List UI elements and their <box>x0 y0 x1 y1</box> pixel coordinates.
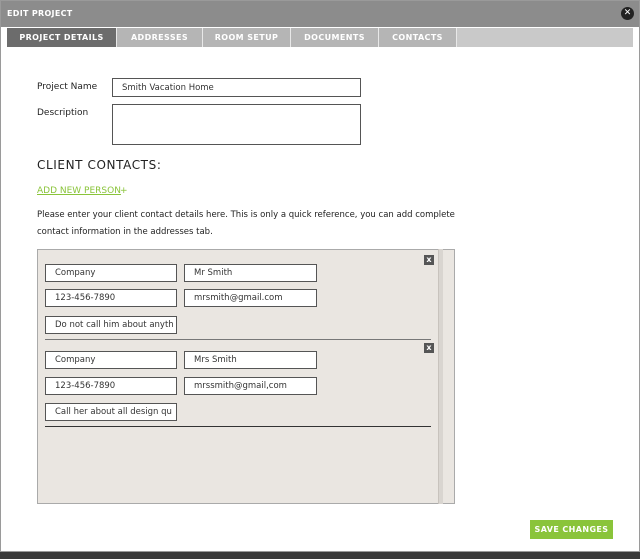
tab-room-setup[interactable]: ROOM SETUP <box>203 28 291 47</box>
contact-divider <box>45 339 431 340</box>
tab-contacts[interactable]: CONTACTS <box>379 28 457 47</box>
client-contacts-heading: CLIENT CONTACTS: <box>37 158 162 172</box>
close-icon[interactable]: ✕ <box>621 7 634 20</box>
contact-name-field[interactable]: Mrs Smith <box>184 351 317 369</box>
contact-email-field[interactable]: mrssmith@gmail,com <box>184 377 317 395</box>
contact-notes-field[interactable]: Do not call him about anyth <box>45 316 177 334</box>
description-label: Description <box>37 108 89 118</box>
background-page-strip <box>0 552 640 559</box>
contact-phone-field[interactable]: 123-456-7890 <box>45 377 177 395</box>
add-new-person-link[interactable]: ADD NEW PERSON <box>37 186 121 196</box>
project-name-input[interactable]: Smith Vacation Home <box>112 78 361 97</box>
contact-company-field[interactable]: Company <box>45 264 177 282</box>
contacts-help-text: Please enter your client contact details… <box>37 210 455 237</box>
edit-project-modal: EDIT PROJECT ✕ PROJECT DETAILS ADDRESSES… <box>0 0 640 552</box>
project-name-label: Project Name <box>37 82 98 92</box>
description-textarea[interactable] <box>112 104 361 145</box>
tab-documents[interactable]: DOCUMENTS <box>291 28 379 47</box>
tab-project-details[interactable]: PROJECT DETAILS <box>7 28 117 47</box>
contact-divider <box>45 426 431 427</box>
tab-bar-filler <box>457 28 633 47</box>
contacts-scrollbar[interactable] <box>438 249 443 504</box>
contact-notes-field[interactable]: Call her about all design qu <box>45 403 177 421</box>
modal-title: EDIT PROJECT <box>7 9 73 18</box>
add-plus-icon[interactable]: + <box>120 186 128 196</box>
tab-bar: PROJECT DETAILS ADDRESSES ROOM SETUP DOC… <box>7 28 633 47</box>
save-changes-button[interactable]: SAVE CHANGES <box>530 520 613 539</box>
contact-phone-field[interactable]: 123-456-7890 <box>45 289 177 307</box>
contact-email-field[interactable]: mrsmith@gmail.com <box>184 289 317 307</box>
modal-titlebar: EDIT PROJECT ✕ <box>1 1 639 27</box>
contact-name-field[interactable]: Mr Smith <box>184 264 317 282</box>
remove-contact-icon[interactable]: x <box>424 255 434 265</box>
remove-contact-icon[interactable]: x <box>424 343 434 353</box>
tab-addresses[interactable]: ADDRESSES <box>117 28 203 47</box>
contact-company-field[interactable]: Company <box>45 351 177 369</box>
